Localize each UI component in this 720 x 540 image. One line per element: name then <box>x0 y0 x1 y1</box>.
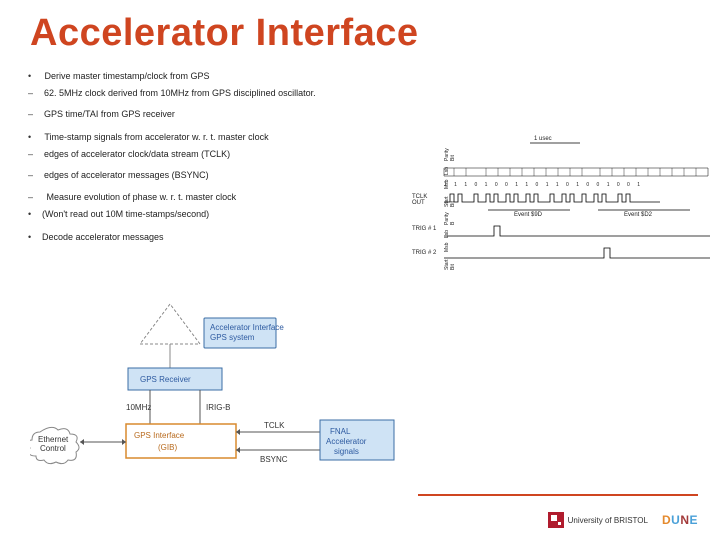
page-title: Accelerator Interface <box>30 12 419 55</box>
bd-gib2: (GIB) <box>158 443 177 452</box>
timing-waveforms <box>440 140 714 270</box>
slide-root: Accelerator Interface Derive master time… <box>0 0 720 540</box>
row-label-trig2: TRIG # 2 <box>412 250 440 256</box>
dune-logo: DUNE <box>662 513 698 527</box>
bullet-2-3: Measure evolution of phase w. r. t. mast… <box>28 189 316 223</box>
bullet-2-1: edges of accelerator clock/data stream (… <box>28 146 316 163</box>
block-diagram: Accelerator Interface GPS system GPS Rec… <box>30 300 450 490</box>
dune-d: D <box>662 513 671 527</box>
bullet-1: Derive master timestamp/clock from GPS 6… <box>28 68 316 123</box>
bristol-crest-icon <box>548 512 564 528</box>
bd-tclk: TCLK <box>264 421 285 430</box>
bullet-2-2: edges of accelerator messages (BSYNC) <box>28 167 316 184</box>
bd-top1: Accelerator Interface <box>210 323 284 332</box>
bullet-2-text: Time-stamp signals from accelerator w. r… <box>44 132 268 142</box>
row-label-tclk: TCLK OUT <box>412 194 440 206</box>
bd-bsync: BSYNC <box>260 455 288 464</box>
bullet-2-3-text: Measure evolution of phase w. r. t. mast… <box>47 192 237 202</box>
bullet-1-1: 62. 5MHz clock derived from 10MHz from G… <box>28 85 316 102</box>
bullet-1-text: Derive master timestamp/clock from GPS <box>45 71 210 81</box>
bd-gpsrx: GPS Receiver <box>140 375 191 384</box>
footer-logos: University of BRISTOL DUNE <box>548 512 698 528</box>
bullet-list: Derive master timestamp/clock from GPS 6… <box>28 68 316 252</box>
bristol-text: University of BRISTOL <box>568 516 648 525</box>
footer-rule <box>418 494 698 496</box>
bd-gib1: GPS Interface <box>134 431 185 440</box>
bd-10mhz: 10MHz <box>126 403 151 412</box>
dune-e: E <box>689 513 698 527</box>
bd-top2: GPS system <box>210 333 255 342</box>
bullet-2-3-1: (Won't read out 10M time-stamps/second) <box>28 206 316 223</box>
bullet-3: Decode accelerator messages <box>28 229 316 246</box>
row-label-trig1: TRIG # 1 <box>412 226 440 232</box>
bullet-2: Time-stamp signals from accelerator w. r… <box>28 129 316 222</box>
bd-irigb: IRIG-B <box>206 403 230 412</box>
bristol-logo: University of BRISTOL <box>548 512 648 528</box>
bullet-1-2: GPS time/TAI from GPS receiver <box>28 106 316 123</box>
bd-fnal1: FNAL <box>330 427 351 436</box>
dune-u: U <box>671 513 680 527</box>
block-diagram-svg: Accelerator Interface GPS system GPS Rec… <box>30 300 450 490</box>
timing-diagram: 1 usec Start Bit Msb Lsb Parity B Start … <box>414 140 714 270</box>
bd-eth2: Control <box>40 444 66 453</box>
bd-eth1: Ethernet <box>38 435 69 444</box>
bd-fnal2: Accelerator <box>326 437 367 446</box>
bd-fnal3: signals <box>334 447 359 456</box>
